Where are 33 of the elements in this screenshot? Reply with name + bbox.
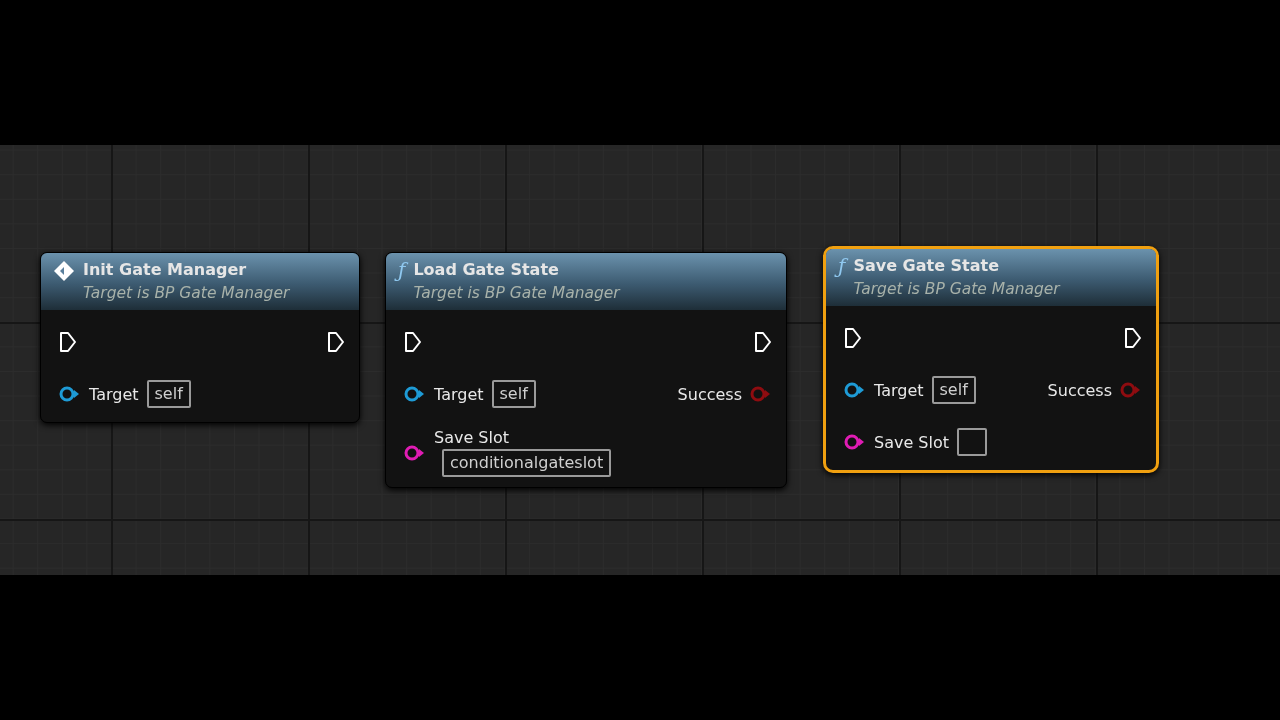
data-pin-icon[interactable] [404, 444, 426, 461]
data-pin-icon[interactable] [59, 386, 81, 402]
data-pin-icon[interactable] [844, 382, 866, 398]
node-title: Save Gate State [853, 255, 1001, 277]
exec-pin-icon[interactable] [844, 327, 862, 349]
exec-pin-icon[interactable] [754, 331, 772, 353]
input-field[interactable]: self [491, 380, 536, 408]
input-field[interactable]: self [146, 380, 191, 408]
data-pin-icon[interactable] [404, 386, 426, 402]
input-field[interactable] [957, 428, 988, 456]
node-subtitle: Target is BP Gate Manager [413, 283, 620, 304]
diamond-icon [53, 260, 75, 282]
exec-pin-icon[interactable] [1124, 327, 1142, 349]
node-subtitle: Target is BP Gate Manager [853, 279, 1060, 300]
input-field[interactable]: self [931, 376, 976, 404]
pin-label: Success [1047, 380, 1112, 400]
exec-pin-icon[interactable] [404, 331, 422, 353]
exec-pin-icon[interactable] [327, 331, 345, 353]
pin-label: Target [89, 384, 139, 404]
input-field[interactable]: conditionalgateslot [442, 449, 612, 477]
pin-label: Target [434, 384, 484, 404]
node-title: Load Gate State [413, 259, 560, 281]
exec-pin-icon[interactable] [59, 331, 77, 353]
pin-label: Save Slot [874, 432, 950, 452]
node-title: Init Gate Manager [83, 259, 248, 281]
pin-label: Success [677, 384, 742, 404]
function-node[interactable]: ƒ Save Gate State Target is BP Gate Manager Target self Save Slot Success [823, 246, 1159, 473]
pin-label: Target [874, 380, 924, 400]
data-pin-icon[interactable] [844, 434, 866, 450]
node-subtitle: Target is BP Gate Manager [83, 283, 290, 304]
function-node[interactable]: Init Gate Manager Target is BP Gate Manager Target self [40, 252, 360, 423]
function-node[interactable]: ƒ Load Gate State Target is BP Gate Manager Target self Save Slot conditionalgateslot Success [385, 252, 787, 488]
pin-label: Save Slot [434, 428, 510, 447]
